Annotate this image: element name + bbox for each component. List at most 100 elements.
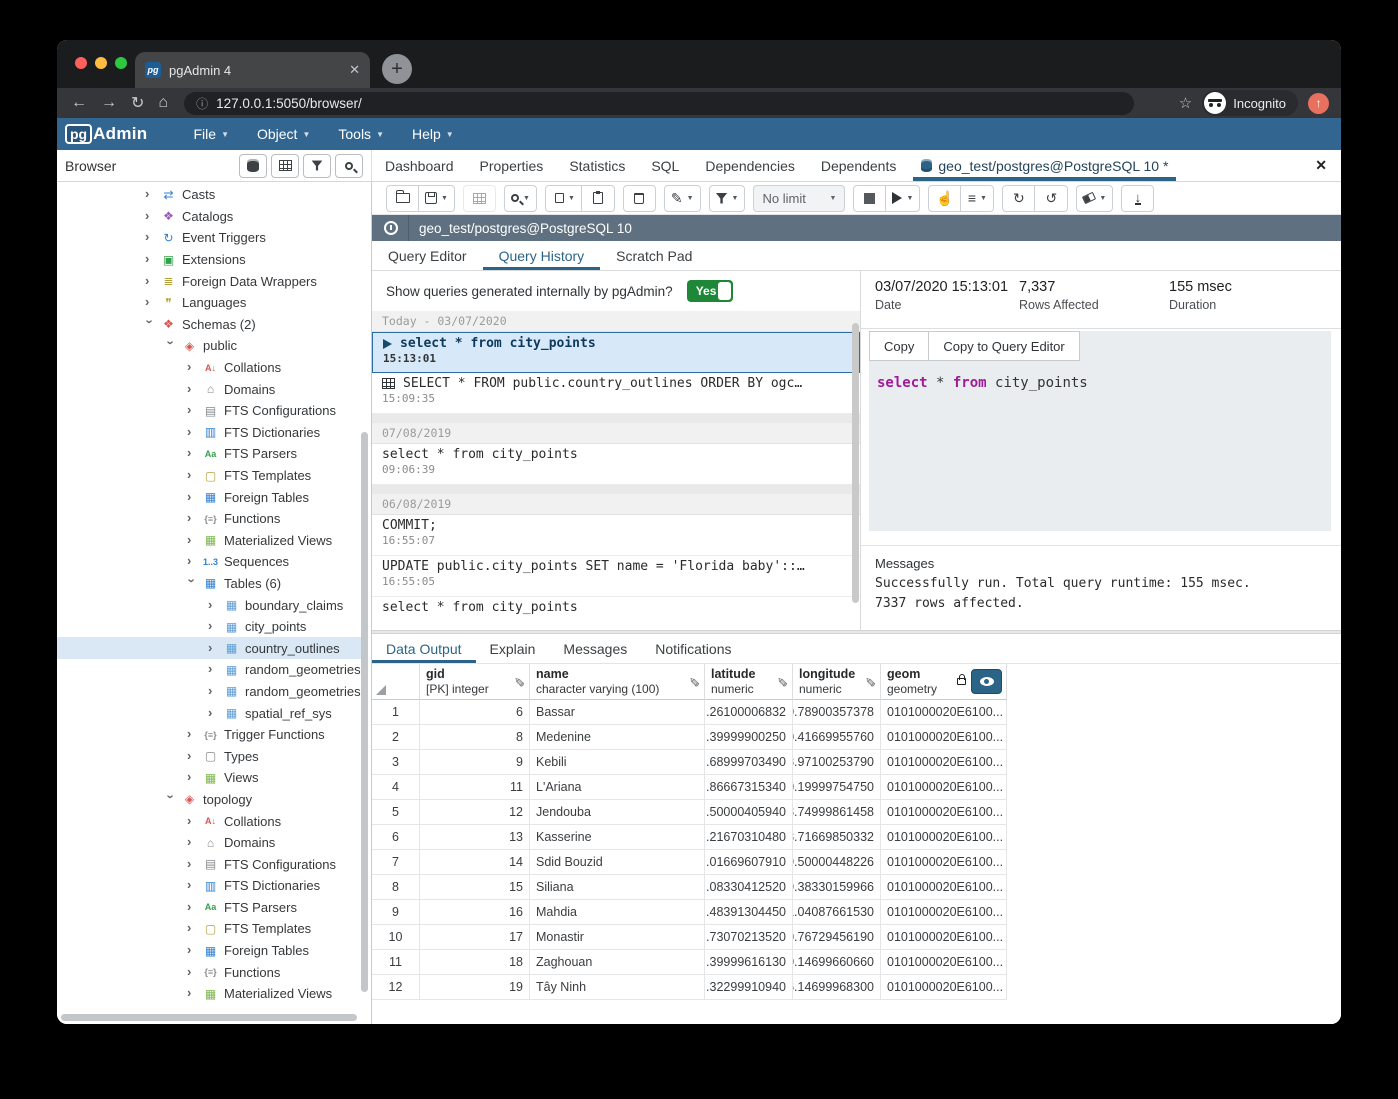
chevron-right-icon[interactable]: › xyxy=(145,294,155,309)
chevron-right-icon[interactable]: › xyxy=(187,942,197,957)
cell[interactable]: 0101000020E6100... xyxy=(881,900,1007,925)
cell[interactable]: 1.04087661530 xyxy=(793,900,881,925)
reload-icon[interactable]: ↻ xyxy=(131,93,144,113)
cell[interactable]: .39999900250 xyxy=(705,725,793,750)
tab-dependents[interactable]: Dependents xyxy=(808,150,910,181)
tree-item-tables-6[interactable]: ›▦Tables (6) xyxy=(57,573,363,595)
chevron-right-icon[interactable]: › xyxy=(187,964,197,979)
table-row[interactable]: 1017Monastir.730702135200.76729456190010… xyxy=(372,925,1341,950)
tree-item-random-geometries[interactable]: ›▦random_geometries xyxy=(57,659,363,681)
cell[interactable]: 12 xyxy=(372,975,420,1000)
cell[interactable]: .48391304450 xyxy=(705,900,793,925)
chevron-right-icon[interactable]: › xyxy=(145,229,155,244)
hand-button[interactable]: ☝ xyxy=(928,185,961,212)
browser-tab[interactable]: pg pgAdmin 4 ✕ xyxy=(135,52,370,88)
edit-pencil-icon[interactable]: ✎ xyxy=(774,677,790,688)
history-entry[interactable]: COMMIT;16:55:07 xyxy=(372,515,860,556)
tree-item-types[interactable]: ›▢Types xyxy=(57,745,363,767)
chevron-right-icon[interactable]: › xyxy=(187,856,197,871)
copy-button[interactable]: ▼ xyxy=(545,185,582,212)
tree-item-languages[interactable]: ›❞Languages xyxy=(57,292,363,314)
cell[interactable]: 9.50000448226 xyxy=(793,850,881,875)
tree-item-domains[interactable]: ›⌂Domains xyxy=(57,832,363,854)
column-header-geom[interactable]: geomgeometry xyxy=(881,664,1007,700)
chevron-right-icon[interactable]: › xyxy=(187,920,197,935)
chevron-right-icon[interactable]: › xyxy=(187,402,197,417)
dependencies-grid-button[interactable] xyxy=(271,154,299,178)
cell[interactable]: 11 xyxy=(372,950,420,975)
cell[interactable]: 6 xyxy=(420,700,530,725)
tree-item-functions[interactable]: ›{≡}Functions xyxy=(57,508,363,530)
tab-properties[interactable]: Properties xyxy=(467,150,557,181)
chevron-right-icon[interactable]: › xyxy=(187,489,197,504)
cell[interactable]: .73070213520 xyxy=(705,925,793,950)
chevron-right-icon[interactable]: › xyxy=(187,467,197,482)
tree-item-materialized-views[interactable]: ›▦Materialized Views xyxy=(57,983,363,1005)
chevron-right-icon[interactable]: › xyxy=(145,273,155,288)
cell[interactable]: 16 xyxy=(420,900,530,925)
chevron-right-icon[interactable]: › xyxy=(187,985,197,1000)
tree-item-casts[interactable]: ›⇄Casts xyxy=(57,184,363,206)
menu-tools[interactable]: Tools▼ xyxy=(328,122,394,146)
chevron-right-icon[interactable]: › xyxy=(187,553,197,568)
cell[interactable]: 5 xyxy=(372,800,420,825)
chevron-down-icon[interactable]: › xyxy=(185,578,200,588)
cell[interactable]: 0101000020E6100... xyxy=(881,725,1007,750)
tree-item-fts-parsers[interactable]: ›AaFTS Parsers xyxy=(57,897,363,919)
chevron-down-icon[interactable]: › xyxy=(164,341,179,351)
forward-icon[interactable]: → xyxy=(101,94,117,112)
chevron-right-icon[interactable]: › xyxy=(208,618,218,633)
tree-item-public[interactable]: ›◈public xyxy=(57,335,363,357)
chevron-right-icon[interactable]: › xyxy=(187,899,197,914)
cell[interactable]: .08330412520 xyxy=(705,875,793,900)
cell[interactable]: .86667315340 xyxy=(705,775,793,800)
minimize-window-button[interactable] xyxy=(95,57,107,69)
cell[interactable]: 0101000020E6100... xyxy=(881,700,1007,725)
cell[interactable]: 0101000020E6100... xyxy=(881,975,1007,1000)
table-row[interactable]: 411L'Ariana.866673153400.199997547500101… xyxy=(372,775,1341,800)
cell[interactable]: 9 xyxy=(420,750,530,775)
execute-button[interactable]: ▼ xyxy=(886,185,920,212)
tab-data-output[interactable]: Data Output xyxy=(372,634,476,663)
tree-item-city-points[interactable]: ›▦city_points xyxy=(57,616,363,638)
tab-dependencies[interactable]: Dependencies xyxy=(692,150,808,181)
commit-button[interactable]: ↻ xyxy=(1002,185,1035,212)
tree-item-spatial-ref-sys[interactable]: ›▦spatial_ref_sys xyxy=(57,702,363,724)
cell[interactable]: Kebili xyxy=(530,750,705,775)
tab-query-tool[interactable]: geo_test/postgres@PostgreSQL 10 * xyxy=(909,150,1180,181)
cell[interactable]: 19 xyxy=(420,975,530,1000)
filter-button[interactable]: ▼ xyxy=(709,185,746,212)
tab-sql[interactable]: SQL xyxy=(638,150,692,181)
menu-object[interactable]: Object▼ xyxy=(247,122,320,146)
chevron-right-icon[interactable]: › xyxy=(187,834,197,849)
cell[interactable]: Tây Ninh xyxy=(530,975,705,1000)
row-limit-select[interactable]: No limit▼ xyxy=(753,185,845,212)
cell[interactable]: 8 xyxy=(420,725,530,750)
history-entry[interactable]: select * from city_points15:13:01 xyxy=(372,332,860,373)
tree-item-schemas-2[interactable]: ›❖Schemas (2) xyxy=(57,314,363,336)
table-row[interactable]: 815Siliana.083304125209.3833015996601010… xyxy=(372,875,1341,900)
close-window-button[interactable] xyxy=(75,57,87,69)
cell[interactable]: Monastir xyxy=(530,925,705,950)
tab-scratch-pad[interactable]: Scratch Pad xyxy=(600,241,708,270)
cell[interactable]: 0.78900357378 xyxy=(793,700,881,725)
tree-item-materialized-views[interactable]: ›▦Materialized Views xyxy=(57,530,363,552)
tree-item-foreign-tables[interactable]: ›▦Foreign Tables xyxy=(57,940,363,962)
chevron-right-icon[interactable]: › xyxy=(145,251,155,266)
cell[interactable]: 3 xyxy=(372,750,420,775)
cell[interactable]: .68999703490 xyxy=(705,750,793,775)
cell[interactable]: 9 xyxy=(372,900,420,925)
chevron-right-icon[interactable]: › xyxy=(187,877,197,892)
cell[interactable]: 0101000020E6100... xyxy=(881,825,1007,850)
chevron-right-icon[interactable]: › xyxy=(187,510,197,525)
tree-item-event-triggers[interactable]: ›↻Event Triggers xyxy=(57,227,363,249)
history-entry[interactable]: SELECT * FROM public.country_outlines OR… xyxy=(372,373,860,414)
cell[interactable]: 14 xyxy=(420,850,530,875)
view-geometry-button[interactable] xyxy=(971,669,1002,694)
menu-help[interactable]: Help▼ xyxy=(402,122,464,146)
site-info-icon[interactable]: ⓘ xyxy=(196,95,208,112)
tab-dashboard[interactable]: Dashboard xyxy=(372,150,467,181)
edit-pencil-icon[interactable]: ✎ xyxy=(862,677,878,688)
tab-statistics[interactable]: Statistics xyxy=(556,150,638,181)
open-file-button[interactable] xyxy=(386,185,419,212)
